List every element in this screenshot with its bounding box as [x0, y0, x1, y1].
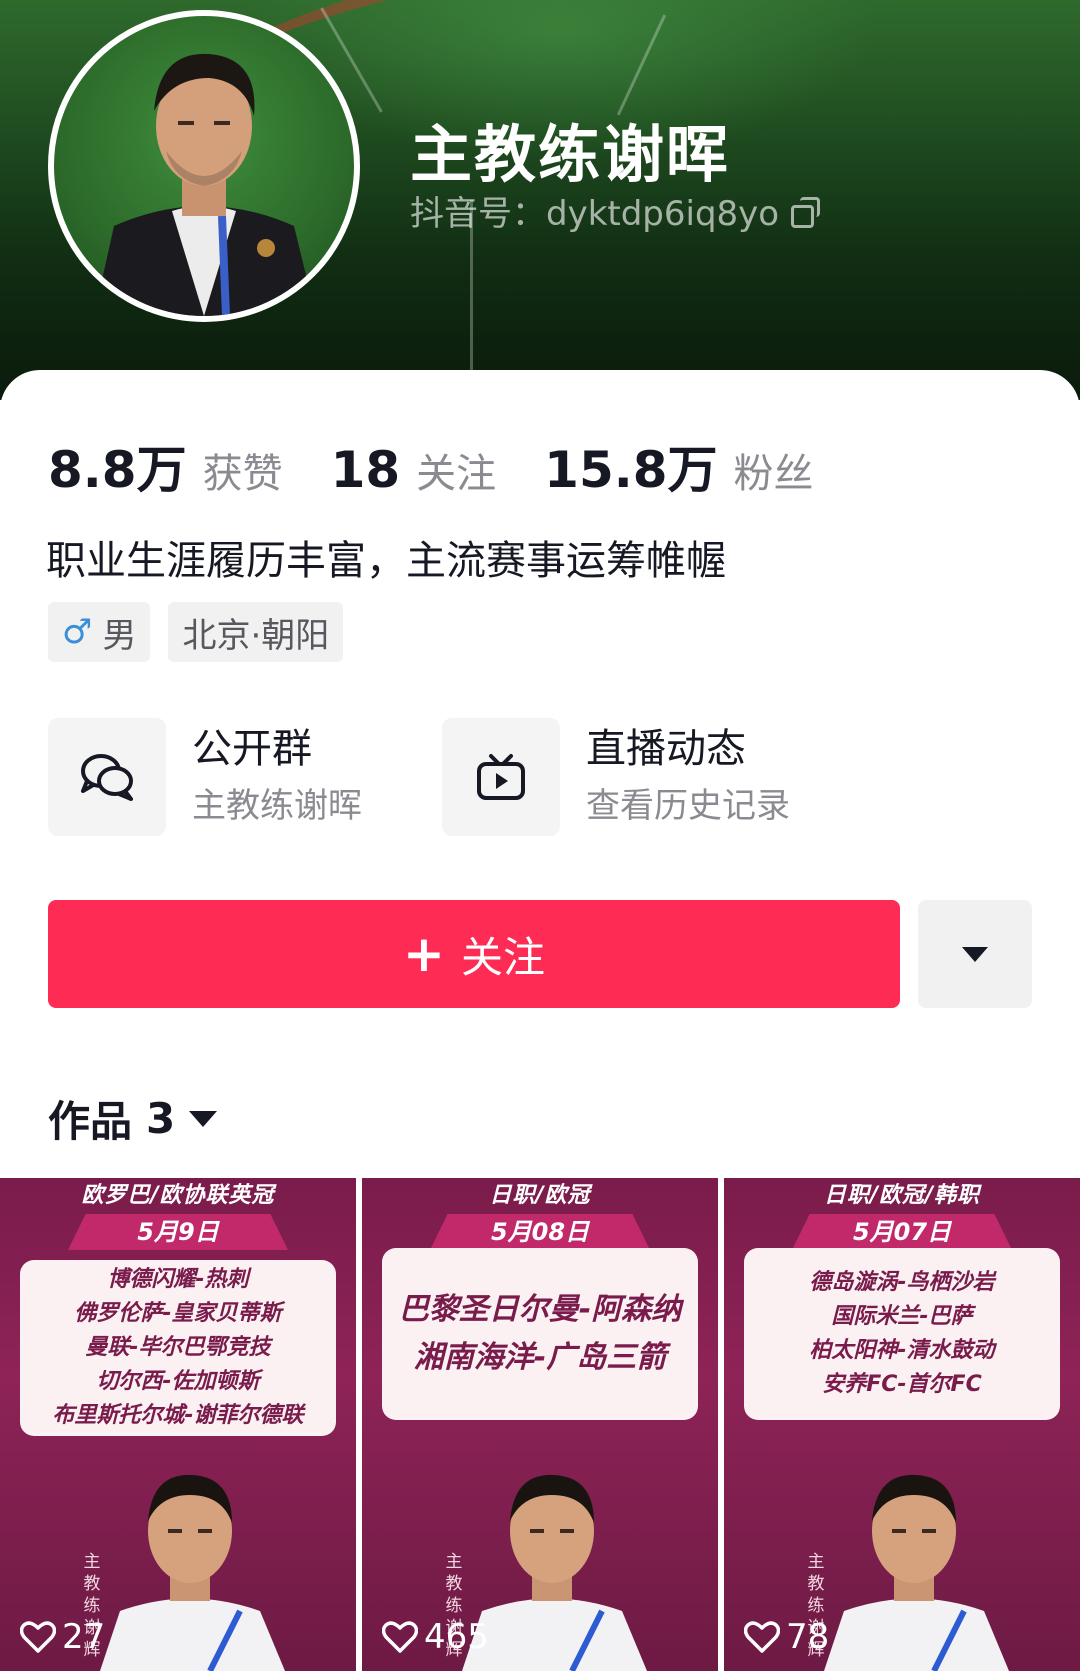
stats-row: 8.8万 获赞 18 关注 15.8万 粉丝	[48, 430, 862, 502]
video-league-header: 日职/欧冠/韩职	[823, 1183, 981, 1208]
match-line: 柏太阳神-清水鼓动	[809, 1338, 995, 1363]
public-group-link[interactable]: 公开群 主教练谢晖	[48, 718, 362, 836]
location-tag: 北京·朝阳	[168, 602, 344, 662]
stat-likes-label: 获赞	[202, 451, 283, 497]
works-caret-icon	[189, 1110, 218, 1127]
coach-figure	[824, 1474, 1009, 1671]
profile-tags: ♂ 男 北京·朝阳	[48, 602, 344, 662]
stat-followers-label: 粉丝	[733, 451, 814, 497]
heart-icon	[382, 1621, 418, 1653]
gender-label: 男	[102, 615, 137, 656]
tv-play-icon	[477, 754, 525, 800]
avatar[interactable]	[48, 10, 360, 322]
video-likes-count: 465	[424, 1617, 489, 1657]
video-thumbnail[interactable]: 日职/欧冠/韩职 5月07日 德岛漩涡-鸟栖沙岩 国际米兰-巴萨 柏太阳神-清水…	[724, 1178, 1080, 1671]
public-group-title: 公开群	[192, 726, 312, 772]
video-league-header: 日职/欧冠	[489, 1183, 591, 1208]
tv-play-icon-box	[442, 718, 560, 836]
plus-icon: +	[403, 925, 445, 983]
heart-icon	[20, 1621, 56, 1653]
works-label: 作品	[48, 1097, 133, 1146]
stat-followers-value: 15.8万	[544, 441, 718, 499]
stat-following-label: 关注	[416, 451, 497, 497]
profile-header: 主教练谢晖 抖音号：dyktdp6iq8yo	[0, 0, 1080, 400]
stat-likes-value: 8.8万	[48, 441, 187, 499]
more-options-button[interactable]	[918, 900, 1032, 1008]
public-group-subtitle: 主教练谢晖	[192, 786, 362, 826]
video-date: 5月08日	[430, 1214, 650, 1250]
live-history-link[interactable]: 直播动态 查看历史记录	[442, 718, 790, 836]
match-line: 佛罗伦萨-皇家贝蒂斯	[74, 1301, 282, 1326]
douyin-id-row: 抖音号：dyktdp6iq8yo	[410, 186, 821, 235]
heart-icon	[744, 1621, 780, 1653]
works-count: 3	[146, 1094, 176, 1143]
chat-bubbles-icon	[81, 754, 133, 801]
copy-icon[interactable]	[791, 196, 821, 228]
match-line: 安养FC-首尔FC	[822, 1372, 982, 1397]
video-likes: 465	[382, 1617, 489, 1657]
video-likes-count: 27	[62, 1617, 106, 1657]
video-likes-count: 78	[786, 1617, 830, 1657]
match-line: 博德闪耀-热刺	[107, 1267, 249, 1292]
video-date: 5月9日	[68, 1214, 288, 1250]
match-line: 曼联-毕尔巴鄂竞技	[85, 1335, 271, 1360]
profile-name: 主教练谢晖	[410, 118, 731, 191]
match-list: 博德闪耀-热刺 佛罗伦萨-皇家贝蒂斯 曼联-毕尔巴鄂竞技 切尔西-佐加顿斯 布里…	[20, 1260, 336, 1436]
match-line: 德岛漩涡-鸟栖沙岩	[809, 1270, 995, 1295]
works-tab[interactable]: 作品 3	[48, 1088, 218, 1149]
match-list: 德岛漩涡-鸟栖沙岩 国际米兰-巴萨 柏太阳神-清水鼓动 安养FC-首尔FC	[744, 1248, 1060, 1420]
match-list: 巴黎圣日尔曼-阿森纳 湘南海洋-广岛三箭	[382, 1248, 698, 1420]
stat-followers[interactable]: 15.8万 粉丝	[544, 430, 813, 502]
chat-bubbles-icon-box	[48, 718, 166, 836]
live-history-subtitle: 查看历史记录	[586, 786, 790, 826]
video-date: 5月07日	[792, 1214, 1012, 1250]
follow-label: 关注	[460, 932, 545, 982]
video-thumbnail[interactable]: 欧罗巴/欧协联英冠 5月9日 博德闪耀-热刺 佛罗伦萨-皇家贝蒂斯 曼联-毕尔巴…	[0, 1178, 356, 1671]
video-likes: 78	[744, 1617, 829, 1657]
match-line: 湘南海洋-广岛三箭	[413, 1340, 667, 1375]
match-line: 切尔西-佐加顿斯	[96, 1369, 260, 1394]
follow-button[interactable]: + 关注	[48, 900, 900, 1008]
video-likes: 27	[20, 1617, 105, 1657]
bio-text: 职业生涯履历丰富，主流赛事运筹帷幄	[46, 538, 726, 584]
match-line: 巴黎圣日尔曼-阿森纳	[398, 1292, 682, 1327]
avatar-photo	[94, 53, 316, 316]
caret-down-icon	[962, 946, 988, 962]
location-label: 北京·朝阳	[182, 615, 330, 656]
stat-following[interactable]: 18 关注	[331, 441, 497, 499]
gender-tag: ♂ 男	[48, 602, 151, 662]
stat-following-value: 18	[330, 441, 401, 499]
video-grid: 欧罗巴/欧协联英冠 5月9日 博德闪耀-热刺 佛罗伦萨-皇家贝蒂斯 曼联-毕尔巴…	[0, 1178, 1080, 1671]
match-line: 国际米兰-巴萨	[831, 1304, 973, 1329]
match-line: 布里斯托尔城-谢菲尔德联	[52, 1403, 304, 1428]
video-league-header: 欧罗巴/欧协联英冠	[81, 1183, 275, 1208]
coach-figure	[100, 1474, 285, 1671]
male-icon: ♂	[62, 612, 93, 652]
stat-likes[interactable]: 8.8万 获赞	[48, 430, 283, 502]
douyin-id-text: 抖音号：dyktdp6iq8yo	[410, 194, 780, 234]
video-thumbnail[interactable]: 日职/欧冠 5月08日 巴黎圣日尔曼-阿森纳 湘南海洋-广岛三箭 主教练谢辉 4…	[362, 1178, 718, 1671]
live-history-title: 直播动态	[586, 726, 746, 772]
